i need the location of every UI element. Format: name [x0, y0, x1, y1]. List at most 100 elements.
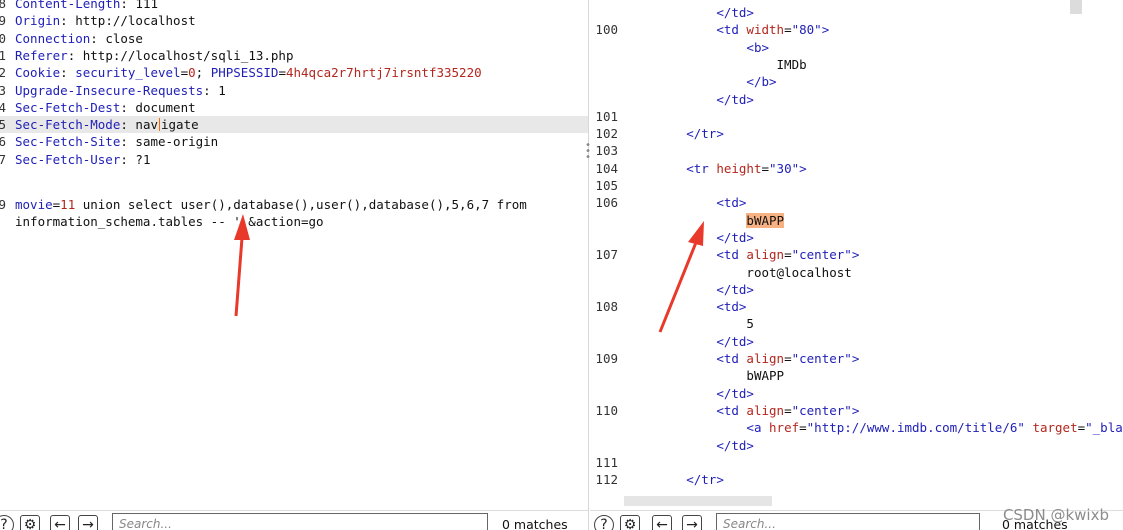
param-value: union select user(),database(),user(),da…: [75, 197, 527, 212]
response-line-text: </td>: [626, 437, 754, 454]
header-name: Content-Length: [15, 0, 121, 11]
response-line: </td>: [590, 281, 1123, 298]
help-icon[interactable]: ?: [0, 515, 14, 530]
header-name: Cookie: [15, 65, 61, 81]
response-line-text: bWAPP: [626, 212, 785, 229]
response-line: 103: [590, 142, 1123, 159]
response-line-text: <td align="center">: [716, 351, 860, 366]
response-search-input[interactable]: Search...: [716, 513, 980, 530]
help-icon[interactable]: ?: [594, 515, 614, 530]
request-line: 1 Referer: http://localhost/sqli_13.php: [0, 47, 588, 64]
arrow-left-icon[interactable]: ←: [50, 515, 70, 530]
header-value: 1: [218, 82, 226, 98]
param-name: movie: [15, 197, 53, 212]
response-line: </td>: [590, 333, 1123, 350]
html-attr: target: [1032, 420, 1078, 436]
response-line: 101: [590, 108, 1123, 125]
gear-icon[interactable]: ⚙: [20, 515, 40, 530]
html-tag: </td>: [716, 333, 754, 349]
header-value: http://localhost/sqli_13.php: [82, 47, 294, 63]
vertical-scrollbar[interactable]: [1070, 0, 1082, 14]
header-value: document: [135, 99, 196, 115]
response-line: 5: [590, 315, 1123, 332]
response-pane: </td> 100 <td width="80"> <b> IMDb </b> <…: [590, 0, 1123, 530]
html-tag: <tr: [686, 160, 709, 176]
response-line-text: <td align="center">: [716, 247, 860, 263]
gear-icon[interactable]: ⚙: [620, 515, 640, 530]
response-line: 100 <td width="80">: [590, 21, 1123, 38]
response-line: bWAPP: [590, 212, 1123, 229]
arrow-right-icon[interactable]: →: [78, 515, 98, 530]
html-attr-value: "center": [791, 351, 852, 366]
line-number: 7: [0, 151, 6, 168]
response-editor[interactable]: </td> 100 <td width="80"> <b> IMDb </b> <…: [590, 0, 1123, 490]
response-line: 106 <td>: [590, 194, 1123, 211]
request-line-text: movie=11 union select user(),database(),…: [15, 197, 527, 212]
response-line: 112 </tr>: [590, 471, 1123, 488]
response-line: </td>: [590, 437, 1123, 454]
request-line-text: Content-Length: 111: [15, 0, 158, 12]
response-line: </td>: [590, 4, 1123, 21]
html-tag: </td>: [716, 5, 754, 20]
cookie-value: 4h4qca2r7hrtj7irsntf335220: [285, 65, 482, 81]
response-line: </td>: [590, 229, 1123, 246]
html-tag: </tr>: [686, 472, 724, 488]
arrow-left-icon[interactable]: ←: [652, 515, 672, 530]
html-tag: <b: [746, 39, 762, 55]
param-value: information_schema.tables -- ' &action=g…: [15, 214, 324, 229]
request-line-text: Cookie: security_level=0; PHPSESSID=4h4q…: [15, 65, 482, 81]
response-line: 108 <td>: [590, 298, 1123, 315]
header-value: http://localhost: [75, 13, 196, 29]
html-attr: height: [716, 160, 762, 176]
line-number: 111: [595, 454, 618, 470]
line-number: 103: [595, 143, 618, 159]
request-line: 9 Origin: http://localhost: [0, 12, 588, 29]
line-number: 106: [595, 195, 618, 211]
html-tag: <td: [716, 351, 739, 366]
html-attr: align: [746, 402, 785, 418]
html-tag: <td: [716, 22, 739, 38]
line-number: 110: [595, 402, 618, 418]
line-number: 1: [0, 47, 6, 64]
response-line-text: <td align="center">: [716, 402, 860, 418]
html-tag: </td>: [716, 385, 754, 401]
header-name: Upgrade-Insecure-Requests: [15, 82, 204, 98]
request-line: 0 Connection: close: [0, 30, 588, 47]
response-line: bWAPP: [590, 367, 1123, 384]
arrow-right-icon[interactable]: →: [682, 515, 702, 530]
request-editor[interactable]: 8 Content-Length: 111 9 Origin: http://loca…: [0, 0, 588, 490]
response-line: 111: [590, 454, 1123, 471]
text-content: IMDb: [776, 56, 807, 72]
html-attr-value: "center": [791, 402, 852, 418]
request-line-text: Connection: close: [15, 30, 143, 46]
pane-resize-handle[interactable]: • • •: [585, 141, 591, 163]
request-line-text: Sec-Fetch-User: ?1: [15, 151, 151, 167]
request-line: 4 Sec-Fetch-Dest: document: [0, 99, 588, 116]
html-tag: </td>: [716, 281, 754, 297]
request-pane: 8 Content-Length: 111 9 Origin: http://loca…: [0, 0, 589, 530]
html-tag: >: [738, 195, 747, 211]
html-tag: </td>: [716, 229, 754, 245]
line-number: 104: [595, 160, 618, 176]
html-tag: >: [761, 39, 770, 55]
response-line: </td>: [590, 385, 1123, 402]
line-number: 9: [0, 196, 6, 213]
line-number: 107: [595, 247, 618, 263]
request-search-input[interactable]: Search...: [112, 513, 488, 530]
response-line: <b>: [590, 39, 1123, 56]
request-line: 7 Sec-Fetch-User: ?1: [0, 151, 588, 168]
response-line-text: </tr>: [626, 125, 724, 142]
response-line-text: <tr height="30">: [686, 160, 807, 176]
line-number: 108: [595, 299, 618, 315]
response-line: 105: [590, 177, 1123, 194]
html-attr-value: "http://www.imdb.com/title/6": [806, 420, 1025, 436]
line-number: 0: [0, 30, 6, 47]
html-tag: <a: [746, 420, 762, 436]
html-tag: >: [851, 402, 860, 418]
horizontal-scrollbar[interactable]: [624, 496, 772, 506]
response-line-text: </td>: [626, 281, 754, 298]
text-content: root@localhost: [746, 264, 852, 280]
line-number: 109: [595, 351, 618, 366]
line-number: 6: [0, 133, 6, 150]
response-line: 104 <tr height="30">: [590, 160, 1123, 177]
